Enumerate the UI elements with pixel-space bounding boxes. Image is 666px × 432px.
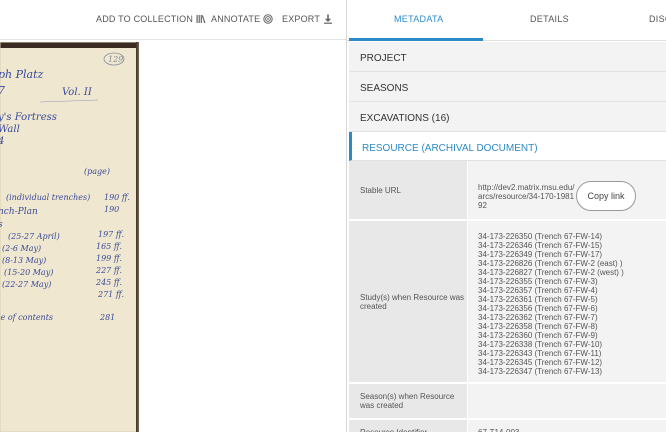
study-link[interactable]: 34-173-226347 (Trench 67-FW-13): [478, 367, 666, 376]
download-icon: [324, 14, 333, 24]
study-link[interactable]: 34-173-226361 (Trench 67-FW-5): [478, 295, 666, 304]
studies-label: Study(s) when Resource was created: [349, 221, 467, 382]
handwriting-line: s: [0, 220, 3, 230]
annotate-label: ANNOTATE: [211, 14, 261, 24]
handwriting-line: (8-13 May): [2, 256, 46, 265]
study-link[interactable]: 34-173-226350 (Trench 67-FW-14): [478, 232, 666, 241]
handwriting-line: 4: [0, 136, 4, 147]
handwriting-line: nch-Plan: [0, 207, 38, 217]
handwriting-line: Vol. II: [62, 87, 93, 98]
handwriting-line: 7: [0, 84, 5, 97]
study-link[interactable]: 34-173-226346 (Trench 67-FW-15): [478, 241, 666, 250]
viewer-toolbar: ADD TO COLLECTION ANNOTATE EXPORT: [0, 0, 346, 40]
study-link[interactable]: 34-173-226357 (Trench 67-FW-4): [478, 286, 666, 295]
panel-tabs: METADATA DETAILS DISC: [347, 0, 666, 41]
handwriting-line: (15-20 May): [4, 268, 53, 277]
copy-link-button[interactable]: Copy link: [576, 181, 636, 211]
handwriting-line: 165 ff.: [96, 242, 122, 251]
study-link[interactable]: 34-173-226827 (Trench 67-FW-2 (west) ): [478, 268, 666, 277]
table-row: Season(s) when Resource was created: [349, 384, 666, 419]
archival-document-image[interactable]: 129 ph Platz 7 Vol. II y's Fortress Wall…: [0, 42, 138, 432]
study-link[interactable]: 34-173-226356 (Trench 67-FW-6): [478, 304, 666, 313]
notebook-page-scan: 129 ph Platz 7 Vol. II y's Fortress Wall…: [0, 42, 138, 432]
study-link[interactable]: 34-173-226362 (Trench 67-FW-7): [478, 313, 666, 322]
handwriting-line: (25-27 April): [8, 232, 60, 241]
accordion-seasons[interactable]: SEASONS: [349, 72, 666, 102]
handwriting-line: Wall: [0, 124, 20, 135]
study-link[interactable]: 34-173-226343 (Trench 67-FW-11): [478, 349, 666, 358]
tab-metadata[interactable]: METADATA: [394, 14, 443, 24]
annotate-button[interactable]: ANNOTATE: [211, 14, 273, 24]
document-viewer: ADD TO COLLECTION ANNOTATE EXPORT 129 ph…: [0, 0, 346, 432]
table-row: Study(s) when Resource was created 34-17…: [349, 221, 666, 383]
add-to-collection-label: ADD TO COLLECTION: [96, 14, 194, 24]
handwriting-line: 281: [99, 313, 115, 322]
stable-url-label: Stable URL: [349, 161, 467, 219]
export-label: EXPORT: [282, 14, 321, 24]
handwriting-line: 227 ff.: [95, 266, 122, 275]
study-link[interactable]: 34-173-226358 (Trench 67-FW-8): [478, 322, 666, 331]
page-edge: [136, 42, 139, 432]
studies-list: 34-173-226350 (Trench 67-FW-14) 34-173-2…: [468, 221, 666, 382]
export-button[interactable]: EXPORT: [282, 14, 333, 24]
metadata-panel: METADATA DETAILS DISC PROJECT SEASONS EX…: [346, 0, 666, 432]
identifier-value: 67-T14-003: [468, 420, 666, 432]
study-link[interactable]: 34-173-226349 (Trench 67-FW-17): [478, 250, 666, 259]
accordion-resource[interactable]: RESOURCE (ARCHIVAL DOCUMENT): [349, 132, 666, 161]
seasons-label: Season(s) when Resource was created: [349, 384, 467, 418]
handwriting-line: 271 ff.: [97, 290, 124, 299]
handwriting-line: le of contents: [0, 313, 53, 322]
handwriting-line: ph Platz: [0, 68, 44, 81]
seasons-value: [468, 384, 666, 418]
target-icon: [263, 14, 273, 24]
accordion-excavations[interactable]: EXCAVATIONS (16): [349, 102, 666, 132]
study-link[interactable]: 34-173-226360 (Trench 67-FW-9): [478, 331, 666, 340]
handwriting-line: 190 ff.: [104, 193, 130, 202]
stable-url-cell: http://dev2.matrix.msu.edu/arcs/resource…: [468, 161, 666, 219]
accordion-project[interactable]: PROJECT: [349, 42, 666, 72]
handwriting-line: (page): [84, 167, 110, 176]
handwriting-line: 245 ff.: [95, 278, 122, 287]
handwriting-line: 199 ff.: [96, 254, 122, 263]
study-link[interactable]: 34-173-226338 (Trench 67-FW-10): [478, 340, 666, 349]
handwriting-line: 190: [104, 205, 119, 214]
table-row: Resource Identifier 67-T14-003: [349, 420, 666, 432]
handwriting-line: (2-6 May): [2, 244, 41, 253]
tab-discussion[interactable]: DISC: [649, 14, 666, 24]
active-tab-indicator: [349, 38, 483, 41]
handwriting-line: 197 ff.: [98, 230, 124, 239]
add-to-collection-button[interactable]: ADD TO COLLECTION: [96, 14, 206, 24]
study-link[interactable]: 34-173-226355 (Trench 67-FW-3): [478, 277, 666, 286]
handwriting-line: (22-27 May): [2, 280, 51, 289]
handwriting-line: (individual trenches): [6, 193, 90, 202]
handwriting-line: y's Fortress: [0, 112, 57, 123]
library-icon: [196, 15, 206, 24]
table-row: Stable URL http://dev2.matrix.msu.edu/ar…: [349, 161, 666, 220]
stable-url-value[interactable]: http://dev2.matrix.msu.edu/arcs/resource…: [478, 183, 578, 210]
identifier-label: Resource Identifier: [349, 420, 467, 432]
study-link[interactable]: 34-173-226345 (Trench 67-FW-12): [478, 358, 666, 367]
page-number-text: 129: [108, 55, 123, 64]
study-link[interactable]: 34-173-226826 (Trench 67-FW-2 (east) ): [478, 259, 666, 268]
tab-details[interactable]: DETAILS: [530, 14, 569, 24]
